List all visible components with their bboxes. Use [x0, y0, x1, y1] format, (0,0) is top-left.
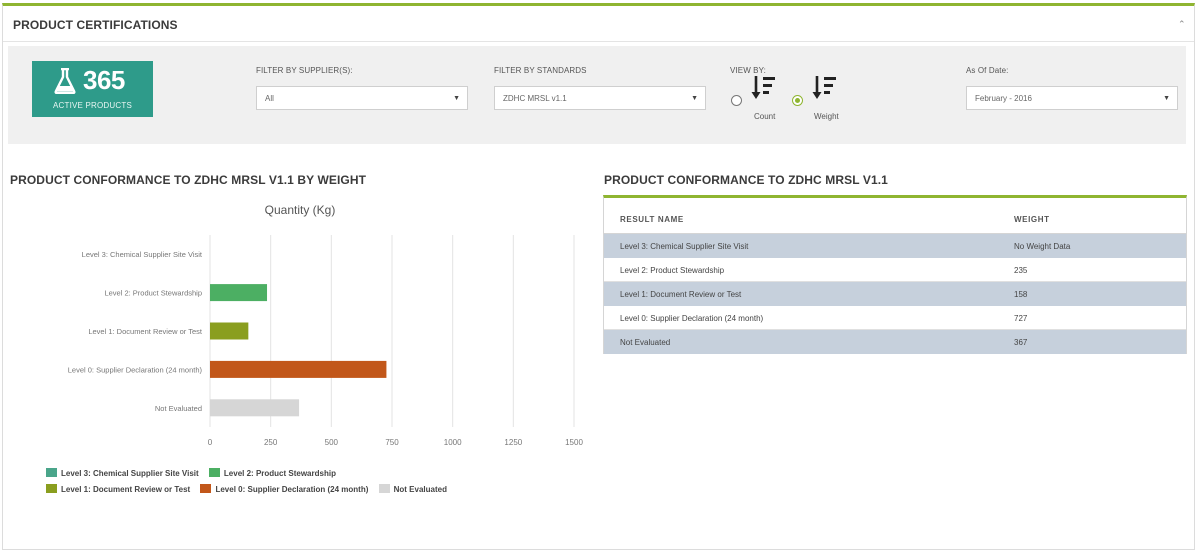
x-tick-label: 1000 — [444, 438, 462, 447]
legend-item[interactable]: Level 1: Document Review or Test — [46, 484, 190, 494]
column-header-result-name[interactable]: RESULT NAME — [620, 215, 684, 224]
table-header: RESULT NAME WEIGHT — [604, 198, 1186, 234]
view-by-weight-radio[interactable] — [792, 95, 803, 106]
result-name-cell: Level 3: Chemical Supplier Site Visit — [620, 242, 749, 251]
supplier-select[interactable]: All ▼ — [256, 86, 468, 110]
x-tick-label: 250 — [264, 438, 278, 447]
as-of-date-label: As Of Date: — [966, 66, 1009, 75]
view-by-count-label: Count — [754, 112, 776, 121]
legend-item[interactable]: Not Evaluated — [378, 484, 447, 494]
legend-label: Level 2: Product Stewardship — [223, 469, 336, 478]
category-label: Level 1: Document Review or Test — [88, 327, 203, 336]
category-label: Level 0: Supplier Declaration (24 month) — [68, 365, 203, 374]
legend-label: Level 0: Supplier Declaration (24 month) — [215, 485, 369, 494]
category-label: Not Evaluated — [155, 404, 202, 413]
legend-swatch — [208, 468, 220, 477]
x-tick-label: 1500 — [565, 438, 583, 447]
x-tick-label: 0 — [208, 438, 213, 447]
category-label: Level 3: Chemical Supplier Site Visit — [82, 250, 203, 259]
flask-icon — [54, 68, 76, 94]
weight-cell: No Weight Data — [1014, 242, 1071, 251]
legend-swatch — [46, 468, 57, 477]
table-row[interactable]: Level 2: Product Stewardship 235 — [604, 258, 1186, 282]
legend-swatch — [46, 484, 57, 493]
table-row[interactable]: Level 1: Document Review or Test 158 — [604, 282, 1186, 306]
result-name-cell: Not Evaluated — [620, 338, 671, 347]
legend-item[interactable]: Level 2: Product Stewardship — [208, 468, 336, 478]
sort-descending-icon — [812, 76, 836, 99]
legend-label: Not Evaluated — [393, 485, 447, 494]
weight-cell: 158 — [1014, 290, 1028, 299]
quantity-bar-chart: Quantity (Kg) Level 3: Chemical Supplier… — [68, 203, 584, 447]
chart-bars — [210, 284, 387, 417]
legend-swatch — [200, 484, 212, 493]
bar[interactable] — [210, 399, 300, 417]
legend-item[interactable]: Level 0: Supplier Declaration (24 month) — [200, 484, 368, 494]
chart-title: Quantity (Kg) — [265, 203, 336, 217]
sort-descending-icon — [751, 76, 775, 99]
chart-category-labels: Level 3: Chemical Supplier Site Visit Lev… — [68, 250, 203, 413]
view-by-weight-label: Weight — [814, 112, 839, 121]
as-of-date-select[interactable]: February - 2016 ▼ — [966, 86, 1178, 110]
chart-gridlines — [209, 235, 575, 427]
legend-label: Level 1: Document Review or Test — [61, 485, 191, 494]
chart-tick-labels: 0 250 500 750 1000 1250 1500 — [208, 438, 584, 447]
weight-cell: 235 — [1014, 266, 1028, 275]
panel-header: PRODUCT CERTIFICATIONS ⌃ — [3, 6, 1194, 42]
active-products-kpi: 365 ACTIVE PRODUCTS — [32, 61, 153, 117]
category-label: Level 2: Product Stewardship — [104, 289, 202, 298]
x-tick-label: 500 — [325, 438, 339, 447]
x-tick-label: 750 — [385, 438, 399, 447]
column-header-weight[interactable]: WEIGHT — [1014, 215, 1050, 224]
chart-legend: Level 3: Chemical Supplier Site Visit Le… — [46, 468, 586, 500]
result-name-cell: Level 1: Document Review or Test — [620, 290, 742, 299]
active-products-label: ACTIVE PRODUCTS — [52, 101, 132, 110]
standards-select-value: ZDHC MRSL v1.1 — [503, 94, 567, 103]
result-name-cell: Level 0: Supplier Declaration (24 month) — [620, 314, 764, 323]
table-section-title: PRODUCT CONFORMANCE TO ZDHC MRSL V1.1 — [604, 173, 888, 187]
result-name-cell: Level 2: Product Stewardship — [620, 266, 725, 275]
weight-cell: 727 — [1014, 314, 1028, 323]
legend-row: Level 3: Chemical Supplier Site Visit Le… — [46, 468, 586, 484]
active-products-count: 365 — [83, 65, 125, 95]
caret-down-icon: ▼ — [453, 95, 460, 102]
table-row[interactable]: Level 3: Chemical Supplier Site Visit No… — [604, 234, 1186, 258]
chart-section-title: PRODUCT CONFORMANCE TO ZDHC MRSL V1.1 BY… — [10, 173, 367, 187]
filter-bar: 365 ACTIVE PRODUCTS FILTER BY SUPPLIER(S… — [8, 46, 1186, 144]
table-row[interactable]: Not Evaluated 367 — [604, 330, 1186, 354]
legend-swatch — [378, 484, 390, 493]
legend-item[interactable]: Level 3: Chemical Supplier Site Visit — [46, 468, 199, 478]
legend-label: Level 3: Chemical Supplier Site Visit — [61, 469, 199, 478]
table-row[interactable]: Level 0: Supplier Declaration (24 month)… — [604, 306, 1186, 330]
bar[interactable] — [210, 360, 387, 378]
standards-select[interactable]: ZDHC MRSL v1.1 ▼ — [494, 86, 706, 110]
standards-filter-label: FILTER BY STANDARDS — [494, 66, 587, 75]
bar[interactable] — [210, 284, 268, 302]
bar[interactable] — [210, 322, 249, 340]
supplier-select-value: All — [265, 94, 274, 103]
x-tick-label: 1250 — [504, 438, 522, 447]
conformance-table: RESULT NAME WEIGHT Level 3: Chemical Sup… — [603, 195, 1187, 354]
caret-down-icon: ▼ — [691, 95, 698, 102]
view-by-count-radio[interactable] — [731, 95, 742, 106]
supplier-filter-label: FILTER BY SUPPLIER(S): — [256, 66, 353, 75]
caret-down-icon: ▼ — [1163, 95, 1170, 102]
as-of-date-value: February - 2016 — [975, 94, 1032, 103]
panel-title: PRODUCT CERTIFICATIONS — [13, 18, 178, 32]
legend-row: Level 1: Document Review or Test Level 0… — [46, 484, 586, 500]
weight-cell: 367 — [1014, 338, 1028, 347]
chevron-up-icon[interactable]: ⌃ — [1178, 20, 1186, 29]
